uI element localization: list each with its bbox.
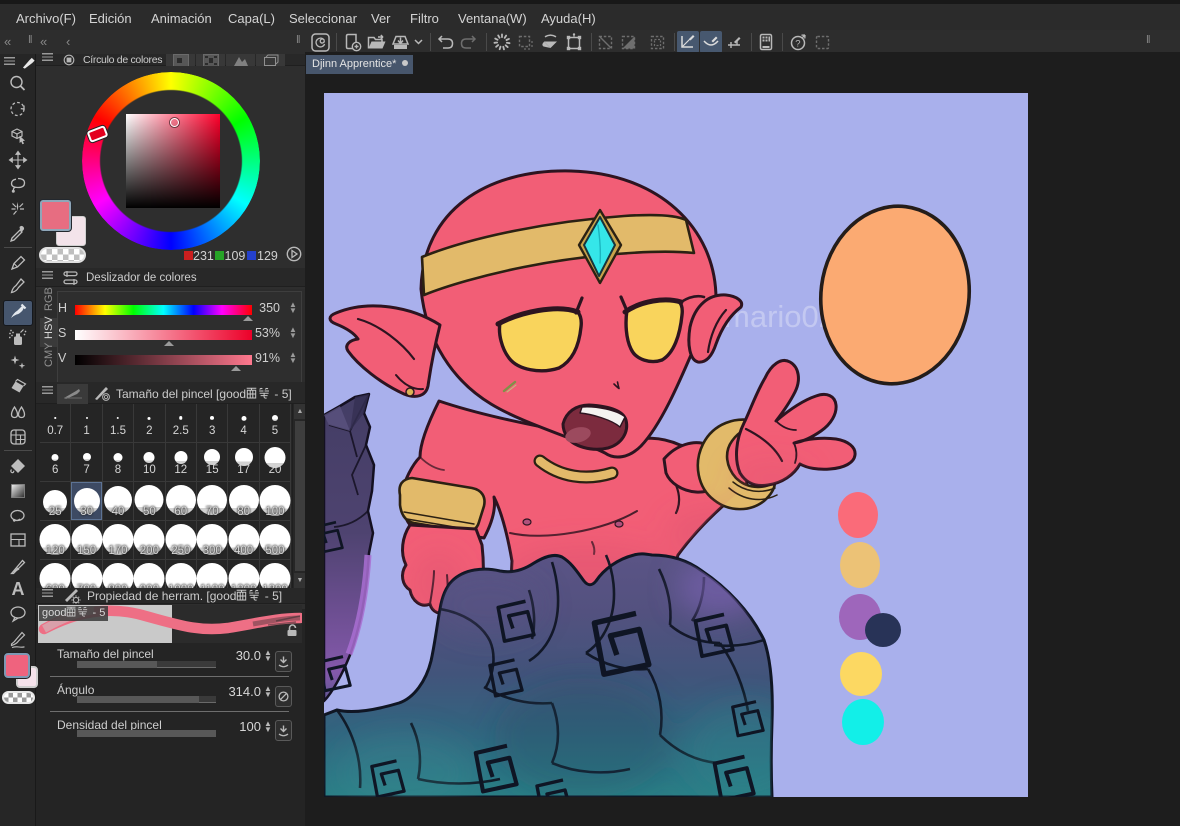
svg-text:?: ? — [795, 39, 800, 50]
